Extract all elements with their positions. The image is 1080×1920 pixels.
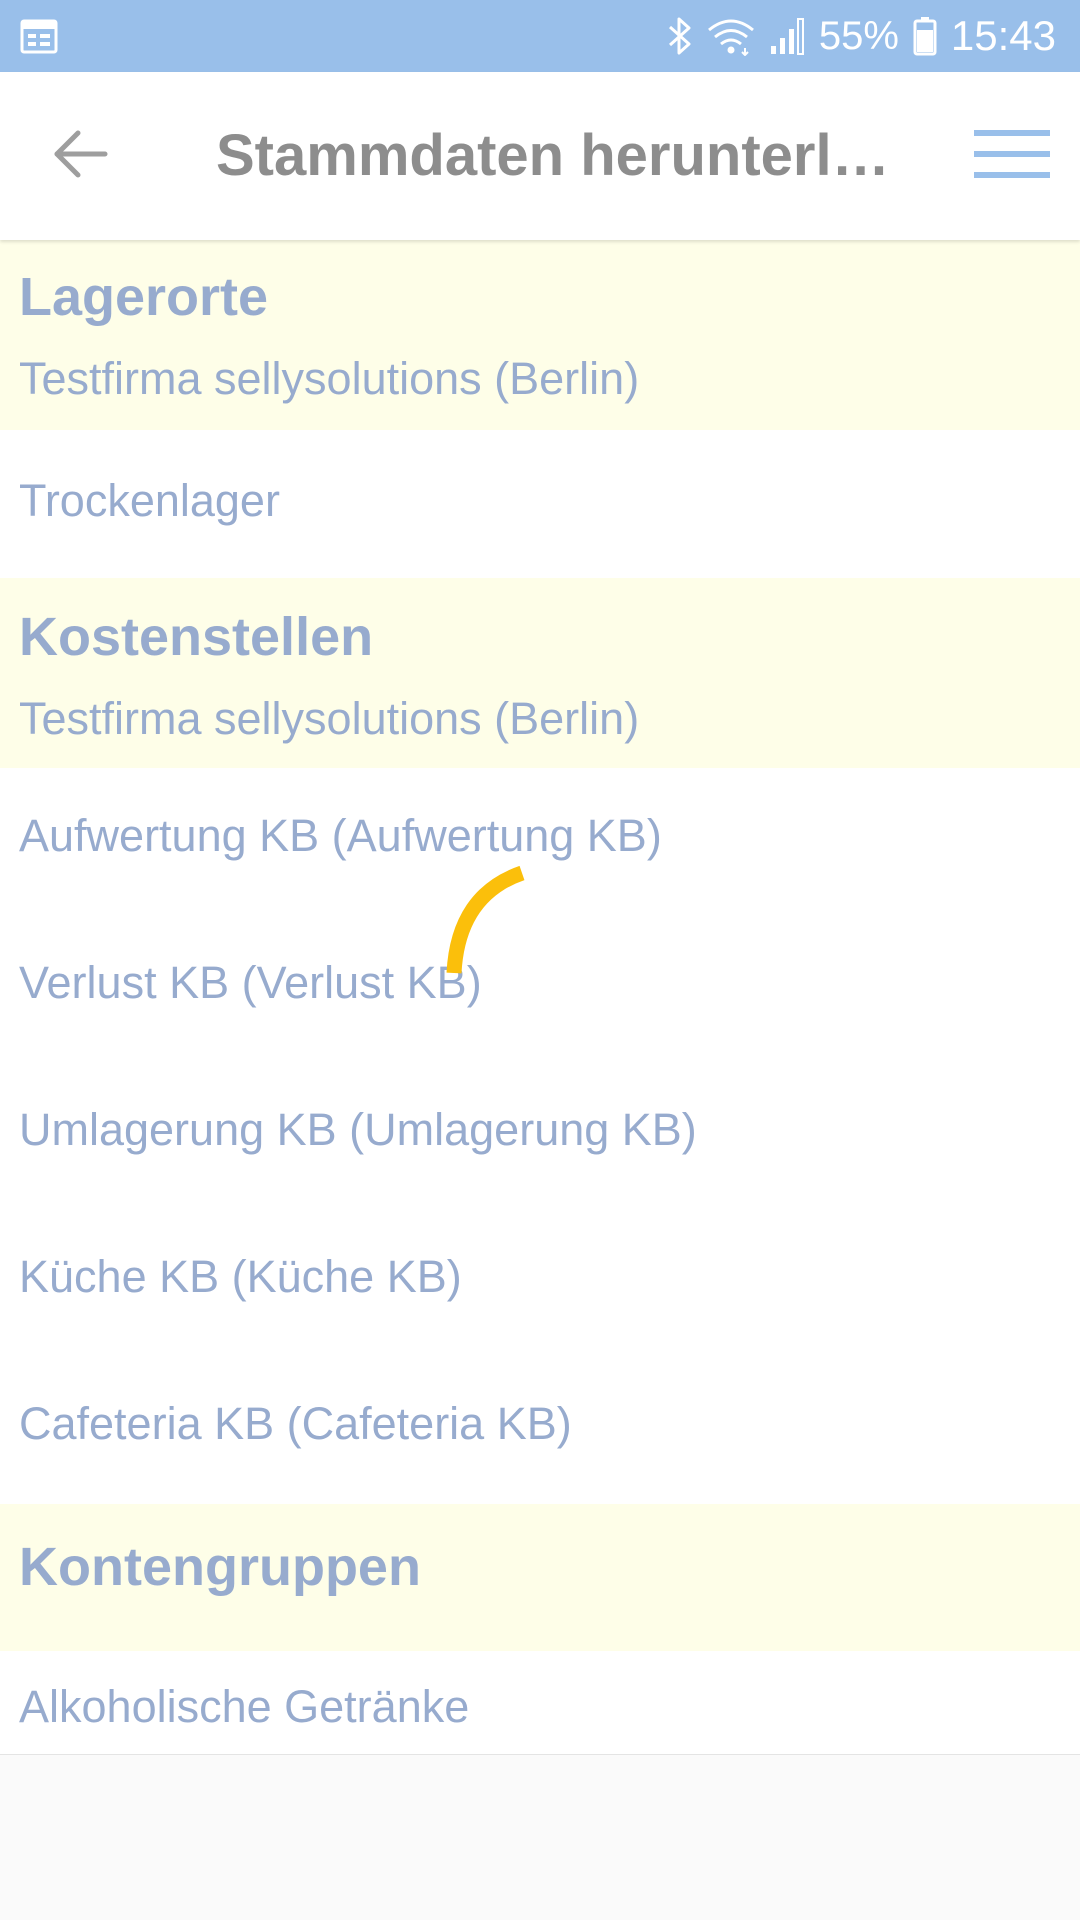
stammdaten-list: Lagerorte Testfirma sellysolutions (Berl… <box>0 240 1080 1755</box>
list-item-label: Umlagerung KB (Umlagerung KB) <box>19 1104 697 1155</box>
section-title: Lagerorte <box>19 267 269 327</box>
section-subtitle: Testfirma sellysolutions (Berlin) <box>19 693 640 744</box>
list-item[interactable]: Aufwertung KB (Aufwertung KB) <box>0 768 1080 915</box>
page-title: Stammdaten herunterla… <box>216 123 896 188</box>
list-item-label: Alkoholische Getränke <box>19 1681 470 1732</box>
section-header-lagerorte: Lagerorte Testfirma sellysolutions (Berl… <box>0 240 1080 430</box>
hamburger-menu-icon <box>974 127 1050 186</box>
status-bar: 55% 15:43 <box>0 0 1080 72</box>
section-title: Kostenstellen <box>19 607 374 667</box>
section-header-kostenstellen: Kostenstellen Testfirma sellysolutions (… <box>0 578 1080 768</box>
section-header-kontengruppen: Kontengruppen <box>0 1504 1080 1651</box>
menu-button[interactable] <box>964 116 1060 196</box>
battery-percent: 55% <box>818 13 899 58</box>
list-item[interactable]: Küche KB (Küche KB) <box>0 1209 1080 1356</box>
back-button[interactable] <box>36 116 124 196</box>
calendar-icon <box>20 18 58 54</box>
list-item-label: Cafeteria KB (Cafeteria KB) <box>19 1398 572 1449</box>
list-item[interactable]: Verlust KB (Verlust KB) <box>0 915 1080 1062</box>
list-item[interactable]: Alkoholische Getränke <box>0 1651 1080 1755</box>
arrow-left-icon <box>51 128 109 185</box>
list-item-label: Verlust KB (Verlust KB) <box>19 957 482 1008</box>
list-item[interactable]: Umlagerung KB (Umlagerung KB) <box>0 1062 1080 1209</box>
loading-spinner <box>430 855 540 985</box>
app-bar: Stammdaten herunterla… <box>0 72 1080 240</box>
signal-icon <box>769 16 805 56</box>
list-item[interactable]: Trockenlager <box>0 430 1080 578</box>
section-title: Kontengruppen <box>19 1537 421 1597</box>
clock: 15:43 <box>950 12 1056 59</box>
bluetooth-icon <box>667 16 693 56</box>
wifi-icon <box>707 16 755 56</box>
battery-icon <box>913 16 937 56</box>
list-item-label: Aufwertung KB (Aufwertung KB) <box>19 810 662 861</box>
list-item-label: Küche KB (Küche KB) <box>19 1251 462 1302</box>
section-subtitle: Testfirma sellysolutions (Berlin) <box>19 353 640 404</box>
list-item[interactable]: Cafeteria KB (Cafeteria KB) <box>0 1356 1080 1504</box>
list-item-label: Trockenlager <box>19 475 280 526</box>
